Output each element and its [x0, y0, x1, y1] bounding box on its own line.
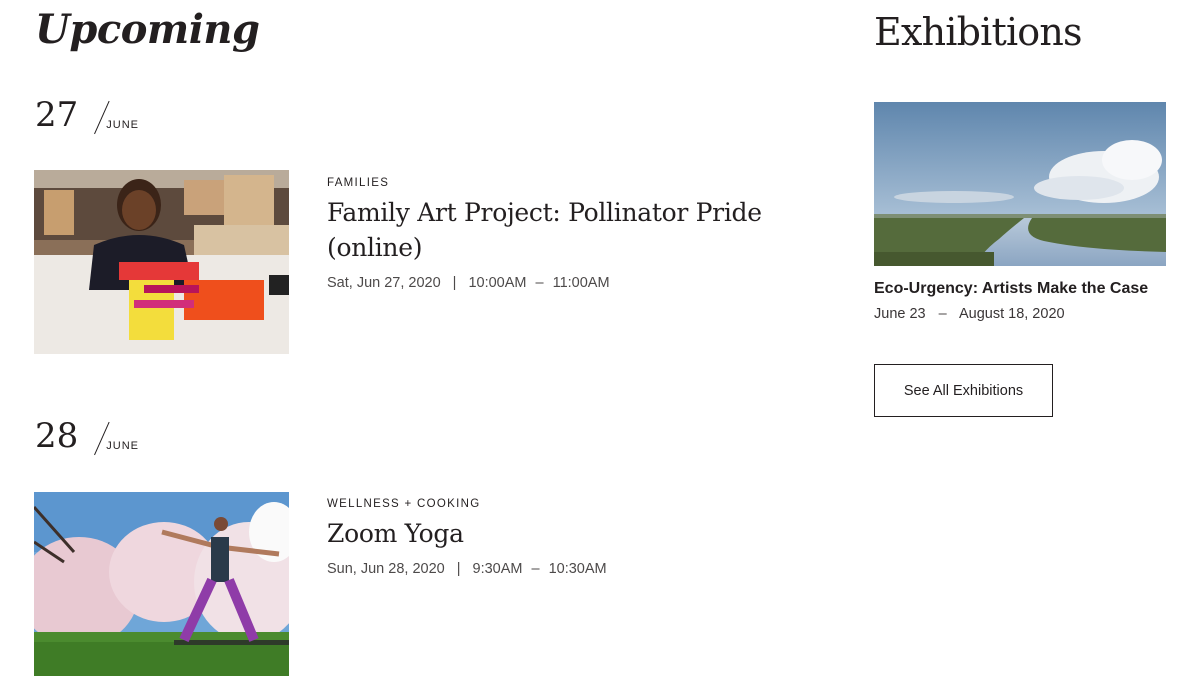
upcoming-heading: Upcoming [35, 6, 260, 53]
exhibitions-heading: Exhibitions [874, 10, 1083, 54]
exhibition-title-link[interactable]: Eco-Urgency: Artists Make the Case [874, 280, 1148, 298]
event-start-time: 9:30AM [472, 561, 523, 577]
exhibition-end-date: August 18, 2020 [958, 306, 1065, 322]
date-slash-divider [84, 419, 104, 453]
event-meta: Sat, Jun 27, 2020 | 10:00AM – 11:00AM [327, 275, 787, 291]
event-category[interactable]: FAMILIES [327, 177, 787, 189]
date-dash: – [938, 306, 947, 322]
event-meta: Sun, Jun 28, 2020 | 9:30AM – 10:30AM [327, 561, 787, 577]
event-date: Sat, Jun 27, 2020 [327, 275, 441, 291]
date-slash-divider [84, 98, 104, 132]
event-category[interactable]: WELLNESS + COOKING [327, 498, 787, 510]
date-month: JUNE [106, 440, 139, 452]
marsh-landscape-photo [874, 102, 1166, 266]
exhibition-start-date: June 23 [874, 306, 926, 322]
event-start-time: 10:00AM [468, 275, 527, 291]
event-end-time: 10:30AM [548, 561, 607, 577]
event-card-family-art: FAMILIES Family Art Project: Pollinator … [327, 177, 787, 291]
date-day: 28 [35, 416, 79, 456]
date-marker: 28 JUNE [35, 419, 139, 453]
event-card-zoom-yoga: WELLNESS + COOKING Zoom Yoga Sun, Jun 28… [327, 498, 787, 577]
event-title-link[interactable]: Family Art Project: Pollinator Pride (on… [327, 195, 787, 265]
meta-separator: | [452, 275, 457, 291]
event-image-zoom-yoga[interactable] [34, 492, 289, 676]
date-month: JUNE [106, 119, 139, 131]
date-day: 27 [35, 95, 79, 135]
event-end-time: 11:00AM [552, 275, 610, 291]
see-all-exhibitions-button[interactable]: See All Exhibitions [874, 364, 1053, 417]
event-date: Sun, Jun 28, 2020 [327, 561, 445, 577]
time-dash: – [535, 275, 544, 291]
exhibition-image-eco-urgency[interactable] [874, 102, 1166, 266]
event-image-family-art[interactable] [34, 170, 289, 354]
date-marker: 27 JUNE [35, 98, 139, 132]
time-dash: – [531, 561, 540, 577]
meta-separator: | [456, 561, 461, 577]
event-title-link[interactable]: Zoom Yoga [327, 516, 787, 551]
yoga-photo [34, 492, 289, 676]
exhibition-dates: June 23 – August 18, 2020 [874, 306, 1065, 322]
child-art-photo [34, 170, 289, 354]
